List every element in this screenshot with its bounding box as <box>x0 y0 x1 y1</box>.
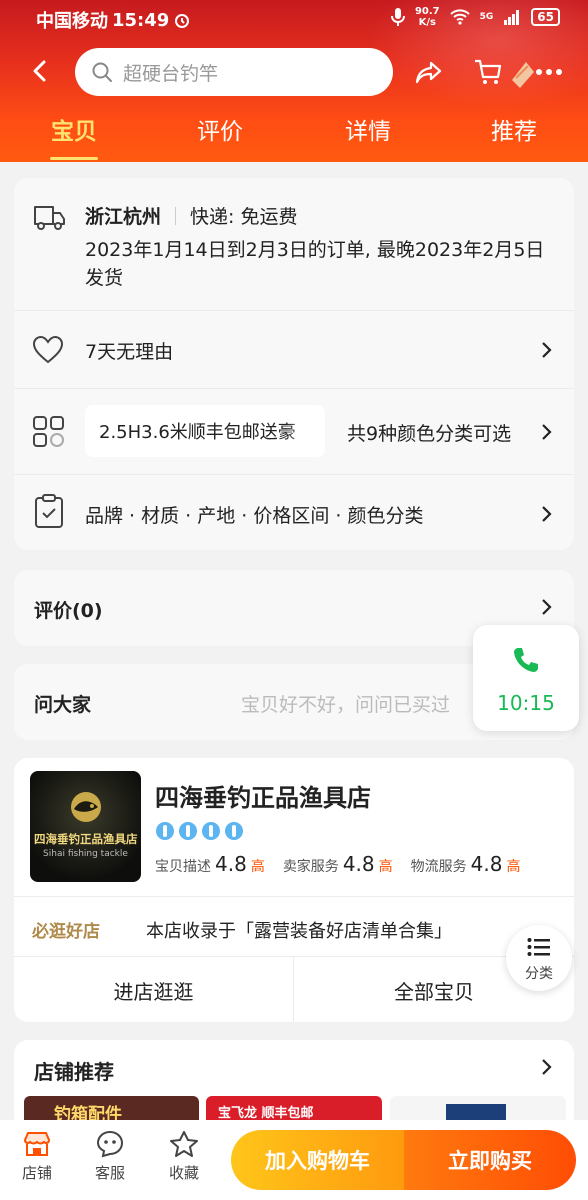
customer-service-button[interactable]: 客服 <box>80 1130 140 1183</box>
sku-row[interactable]: 2.5H3.6米顺丰包邮送豪 共9种颜色分类可选 <box>14 388 574 474</box>
cart-icon[interactable] <box>472 56 504 88</box>
shop-card: 四海垂钓正品渔具店 Sihai fishing tackle 四海垂钓正品渔具店… <box>14 758 574 1022</box>
more-icon[interactable] <box>533 56 565 88</box>
params-label: 品牌 · 材质 · 产地 · 价格区间 · 颜色分类 <box>85 505 424 527</box>
shop-logo-sub: Sihai fishing tackle <box>43 849 128 859</box>
good-shop-badge: 必逛好店 <box>32 922 100 942</box>
chat-face-icon <box>96 1130 124 1158</box>
tab-details[interactable]: 详情 <box>318 112 418 146</box>
ship-note: 2023年1月14日到2月3日的订单, 最晚2023年2月5日发货 <box>85 239 545 289</box>
call-timer: 10:15 <box>497 691 555 715</box>
tab-reviews[interactable]: 评价 <box>170 112 270 146</box>
rating-label: 物流服务 <box>410 859 467 875</box>
ship-origin: 浙江杭州 <box>85 206 162 228</box>
search-placeholder: 超硬台钓竿 <box>123 62 219 85</box>
heart-icon <box>32 335 64 364</box>
service-card: 浙江杭州 快递: 免运费 2023年1月14日到2月3日的订单, 最晚2023年… <box>14 178 574 550</box>
shipping-row[interactable]: 浙江杭州 快递: 免运费 2023年1月14日到2月3日的订单, 最晚2023年… <box>14 178 574 310</box>
chevron-right-icon[interactable] <box>540 1058 552 1076</box>
sku-selected: 2.5H3.6米顺丰包邮送豪 <box>99 422 296 443</box>
sku-chip[interactable]: 2.5H3.6米顺丰包邮送豪 <box>85 405 325 457</box>
ask-placeholder: 宝贝好不好，问问已买过 <box>241 694 451 716</box>
ship-method: 快递: 免运费 <box>190 206 298 228</box>
shop-collection-row[interactable]: 必逛好店 本店收录于「露营装备好店清单合集」 <box>14 896 574 956</box>
clock: 15:49 <box>112 9 170 31</box>
shop-logo-emblem-icon <box>71 792 101 822</box>
rating-level: 高 <box>378 859 393 875</box>
back-arrow-icon[interactable] <box>26 56 54 86</box>
buy-now-button[interactable]: 立即购买 <box>404 1130 576 1190</box>
favorite-button[interactable]: 收藏 <box>154 1130 214 1183</box>
truck-icon <box>34 206 65 230</box>
share-icon[interactable] <box>413 56 445 88</box>
carrier-label: 中国移动 <box>36 11 108 32</box>
shop-logo-text: 四海垂钓正品渔具店 <box>34 832 138 846</box>
rating-score: 4.8 <box>342 852 375 876</box>
floating-category-button[interactable]: 分类 <box>506 925 572 991</box>
signal-icon <box>504 10 520 25</box>
crown-icon <box>225 822 243 840</box>
shop-collection-text: 本店收录于「露营装备好店清单合集」 <box>146 921 452 942</box>
rating-score: 4.8 <box>215 852 247 876</box>
params-row[interactable]: 品牌 · 材质 · 产地 · 价格区间 · 颜色分类 <box>14 474 574 550</box>
favorite-label: 收藏 <box>168 1164 199 1182</box>
floating-call-widget[interactable]: 10:15 <box>473 625 579 731</box>
chevron-right-icon <box>542 599 552 615</box>
rating-label: 宝贝描述 <box>155 859 211 875</box>
crown-icon <box>202 822 220 840</box>
enter-shop-button[interactable]: 进店逛逛 <box>14 957 293 1022</box>
mic-icon <box>390 8 405 26</box>
crown-icon <box>179 822 197 840</box>
wifi-icon <box>449 9 470 25</box>
crown-icon <box>156 822 174 840</box>
add-to-cart-button[interactable]: 加入购物车 <box>231 1130 404 1190</box>
reviews-title: 评价(0) <box>34 600 103 622</box>
search-icon <box>92 62 112 82</box>
header: 中国移动 15:49 90.7 K/s 5G 65 超硬台钓竿 宝贝 评价 详情… <box>0 0 588 162</box>
tab-recommend[interactable]: 推荐 <box>464 112 564 146</box>
net-speed-unit: K/s <box>418 17 436 28</box>
battery-indicator: 65 <box>531 8 560 26</box>
sku-grid-icon <box>33 416 64 447</box>
category-label: 分类 <box>525 966 553 982</box>
shop-level-crowns <box>155 820 244 842</box>
chevron-right-icon <box>542 342 552 358</box>
star-icon <box>170 1131 198 1157</box>
store-label: 店铺 <box>21 1164 52 1182</box>
tab-baobei[interactable]: 宝贝 <box>24 112 124 160</box>
recommend-thumb-text: 宝飞龙 顺丰包邮 <box>218 1106 314 1121</box>
service-label: 客服 <box>94 1164 125 1182</box>
returns-row[interactable]: 7天无理由 <box>14 310 574 388</box>
phone-icon <box>514 648 538 672</box>
rating-score: 4.8 <box>470 852 503 876</box>
list-icon <box>527 938 550 956</box>
shop-ratings: 宝贝描述 4.8 高 卖家服务 4.8 高 物流服务 4.8 高 <box>155 852 520 876</box>
sku-count: 共9种颜色分类可选 <box>347 423 512 445</box>
bottom-action-bar: 店铺 客服 收藏 加入购物车 立即购买 <box>0 1120 588 1200</box>
alarm-icon <box>175 14 190 28</box>
rating-label: 卖家服务 <box>282 859 339 875</box>
rating-level: 高 <box>506 859 521 875</box>
store-icon <box>23 1132 51 1156</box>
rating-level: 高 <box>250 859 265 875</box>
shop-logo[interactable]: 四海垂钓正品渔具店 Sihai fishing tackle <box>30 771 141 882</box>
shop-name[interactable]: 四海垂钓正品渔具店 <box>155 778 371 813</box>
chevron-right-icon <box>542 506 552 522</box>
status-bar: 中国移动 15:49 90.7 K/s 5G 65 <box>0 0 588 36</box>
ask-title: 问大家 <box>34 694 92 716</box>
recommend-title: 店铺推荐 <box>34 1060 114 1084</box>
returns-label: 7天无理由 <box>85 341 174 363</box>
clipboard-check-icon <box>35 494 63 528</box>
network-type: 5G <box>479 12 494 22</box>
search-bar[interactable]: 超硬台钓竿 <box>75 48 393 96</box>
shop-recommend-card: 店铺推荐 钓箱配件 宝飞龙 顺丰包邮 <box>14 1040 574 1130</box>
chevron-right-icon <box>542 424 552 440</box>
net-speed-value: 90.7 <box>414 6 440 17</box>
tab-bar: 宝贝 评价 详情 推荐 <box>0 112 588 160</box>
store-button[interactable]: 店铺 <box>7 1130 67 1183</box>
